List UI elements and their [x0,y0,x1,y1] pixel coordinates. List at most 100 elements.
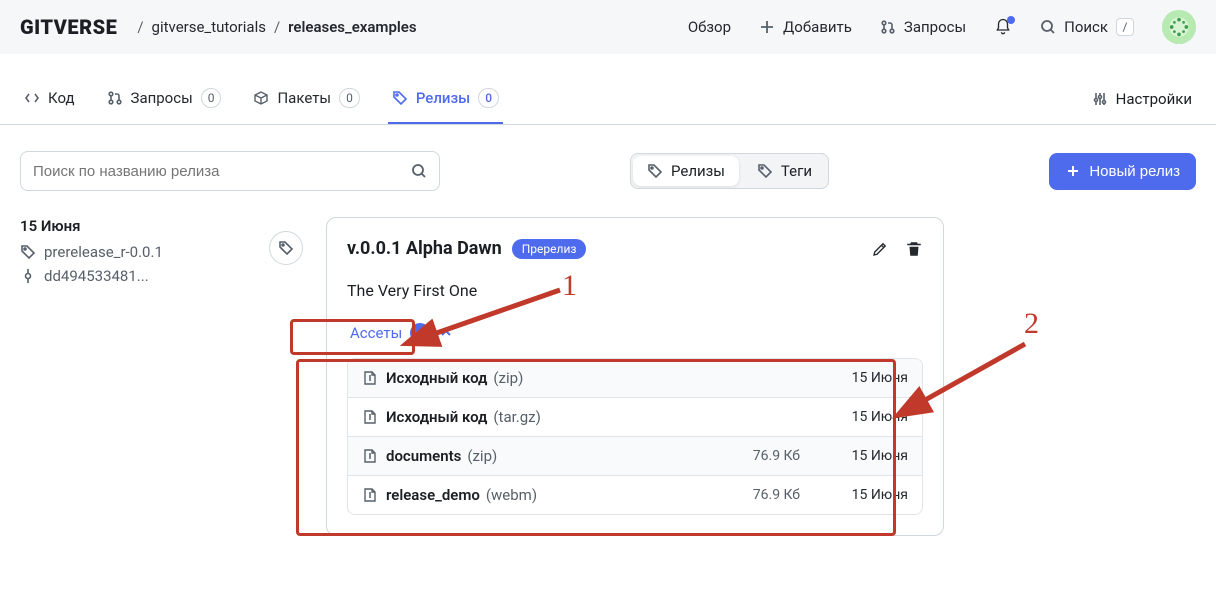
nav-requests-label: Запросы [904,18,966,36]
asset-date: 15 Июня [818,409,908,425]
sliders-icon [1092,91,1108,107]
annotation-label-2: 2 [1024,307,1039,341]
asset-ext: (zip) [467,447,497,465]
releases-toolbar: Релизы Теги Новый релиз [0,125,1216,217]
assets-label: Ассеты [350,324,402,342]
asset-name: Исходный код [386,369,487,387]
assets-toggle[interactable]: Ассеты 4 [347,316,465,350]
segment-tags-label: Теги [781,162,812,180]
search-icon [1040,19,1056,35]
asset-name: documents [386,447,461,465]
file-zip-icon [362,409,378,425]
asset-row[interactable]: release_demo (webm) 76.9 Кб 15 Июня [348,475,922,514]
breadcrumb: / gitverse_tutorials / releases_examples [129,18,416,36]
release-body: 15 Июня prerelease_r-0.0.1 dd494533481..… [0,217,1216,536]
asset-ext: (zip) [493,369,523,387]
code-icon [24,90,40,106]
asset-row[interactable]: Исходный код (tar.gz) 15 Июня [348,397,922,436]
releases-tags-toggle: Релизы Теги [630,153,829,189]
nav-search-label: Поиск [1064,18,1108,36]
asset-date: 15 Июня [818,448,908,464]
tab-requests[interactable]: Запросы 0 [103,78,226,124]
tag-icon [278,240,294,256]
pull-request-icon [880,19,896,35]
nav-notifications[interactable] [994,18,1012,36]
nav-overview-label: Обзор [688,18,731,36]
sidebar-tag[interactable]: prerelease_r-0.0.1 [20,243,280,261]
file-zip-icon [362,487,378,503]
asset-date: 15 Июня [818,370,908,386]
app-topbar: GITVERSE / gitverse_tutorials / releases… [0,0,1216,54]
release-search-input[interactable] [33,163,411,180]
pull-request-icon [107,90,123,106]
asset-ext: (webm) [486,486,537,504]
trash-icon [905,240,923,258]
breadcrumb-repo[interactable]: releases_examples [288,18,416,36]
new-release-button[interactable]: Новый релиз [1049,153,1196,190]
tag-icon [647,163,663,179]
asset-size: 76.9 Кб [736,448,800,464]
tags-icon [757,163,773,179]
assets-count: 4 [410,323,430,343]
asset-date: 15 Июня [818,487,908,503]
search-icon [411,163,427,179]
repo-tabs: Код Запросы 0 Пакеты 0 Релизы 0 Настройк… [0,54,1216,125]
release-sidebar: 15 Июня prerelease_r-0.0.1 dd494533481..… [20,217,280,536]
plus-icon [1065,163,1081,179]
asset-ext: (tar.gz) [493,408,540,426]
asset-name: Исходный код [386,408,487,426]
tab-packages-count: 0 [339,88,360,108]
breadcrumb-sep: / [137,18,143,36]
plus-icon [759,19,775,35]
asset-size: 76.9 Кб [736,487,800,503]
delete-release-button[interactable] [905,240,923,258]
sidebar-date: 15 Июня [20,217,280,235]
segment-releases[interactable]: Релизы [633,156,739,186]
segment-tags[interactable]: Теги [741,154,828,188]
timeline-tag-marker [269,231,303,265]
release-title: v.0.0.1 Alpha Dawn [347,238,502,259]
tab-requests-count: 0 [201,88,222,108]
tab-packages[interactable]: Пакеты 0 [249,78,363,124]
tab-code-label: Код [48,89,75,107]
release-search[interactable] [20,151,440,191]
nav-search[interactable]: Поиск / [1040,18,1134,36]
notification-dot [1007,16,1015,24]
nav-requests[interactable]: Запросы [880,18,966,36]
tab-requests-label: Запросы [131,89,193,107]
breadcrumb-sep: / [274,18,280,36]
tab-releases-label: Релизы [416,89,470,107]
tab-settings-label: Настройки [1116,90,1192,108]
nav-overview[interactable]: Обзор [688,18,731,36]
release-card: v.0.0.1 Alpha Dawn Пререлиз The Very Fir… [326,217,944,536]
file-zip-icon [362,448,378,464]
breadcrumb-owner[interactable]: gitverse_tutorials [152,18,266,36]
new-release-label: Новый релиз [1089,163,1180,180]
tab-releases[interactable]: Релизы 0 [388,78,503,124]
edit-release-button[interactable] [871,240,889,258]
nav-add[interactable]: Добавить [759,18,852,36]
tab-releases-count: 0 [478,88,499,108]
tag-icon [20,244,36,260]
chevron-up-icon [438,325,454,341]
tab-settings[interactable]: Настройки [1088,80,1196,122]
pencil-icon [871,240,889,258]
release-header: v.0.0.1 Alpha Dawn Пререлиз [347,238,923,259]
search-kbd: / [1116,18,1134,36]
tab-code[interactable]: Код [20,79,79,123]
asset-row[interactable]: Исходный код (zip) 15 Июня [348,359,922,397]
brand-logo[interactable]: GITVERSE [20,15,117,39]
asset-row[interactable]: documents (zip) 76.9 Кб 15 Июня [348,436,922,475]
sidebar-tag-text: prerelease_r-0.0.1 [44,243,163,261]
tab-packages-label: Пакеты [277,89,331,107]
nav-add-label: Добавить [783,18,852,36]
avatar-pattern-icon [1168,16,1190,38]
avatar[interactable] [1162,10,1196,44]
sidebar-commit[interactable]: dd494533481... [20,267,280,285]
file-zip-icon [362,370,378,386]
sidebar-commit-text: dd494533481... [44,267,149,285]
asset-name: release_demo [386,486,480,504]
release-description: The Very First One [347,281,923,300]
top-nav: Обзор Добавить Запросы Поиск / [688,10,1196,44]
commit-icon [20,268,36,284]
